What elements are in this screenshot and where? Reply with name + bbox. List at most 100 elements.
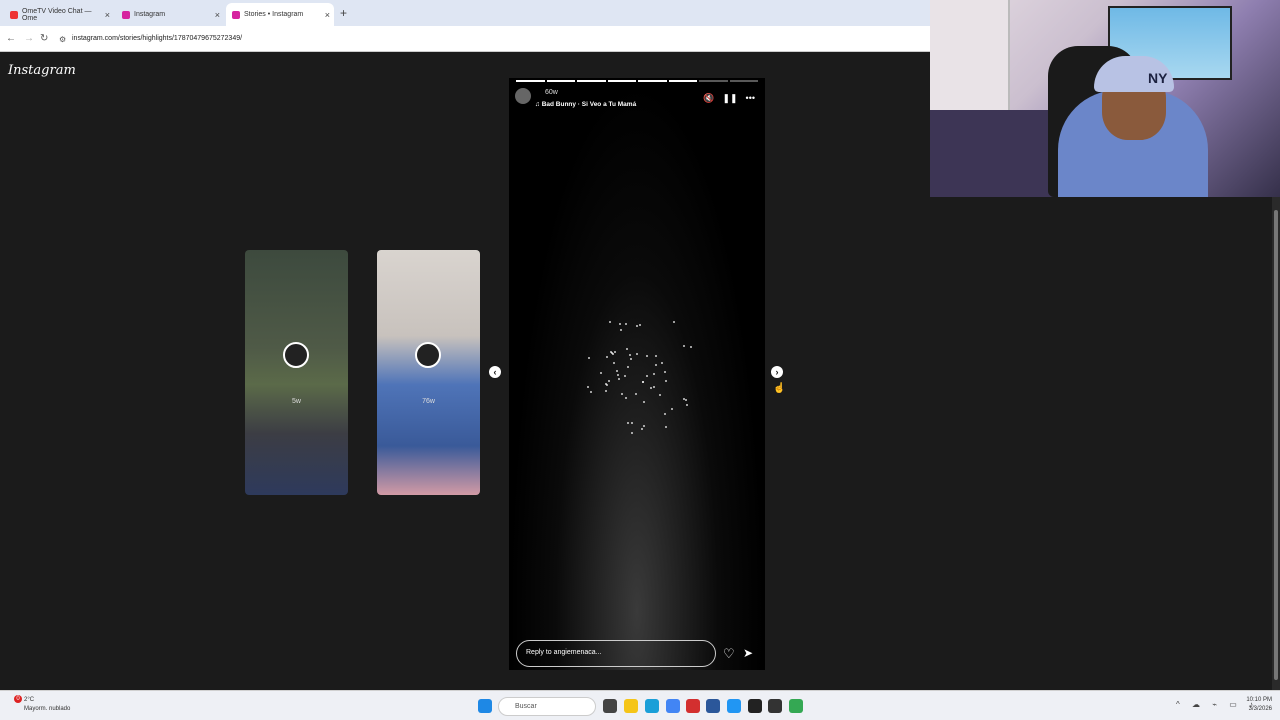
firework-spark [626,347,629,350]
more-options-icon[interactable]: ••• [746,93,755,104]
edge-icon[interactable] [645,699,659,713]
close-icon[interactable]: × [325,10,330,20]
firework-spark [605,384,608,387]
firework-spark [606,356,609,359]
tab-ometv[interactable]: OmeTV Video Chat — Ome × [4,3,114,26]
firework-spark [627,366,630,369]
story-time-ago: 60w [545,89,558,96]
firework-spark [613,350,616,353]
firework-spark [616,374,619,377]
reload-icon[interactable]: ↻ [40,33,48,44]
instagram-logo[interactable]: Instagram [8,63,76,78]
story-progress-bars [516,80,758,82]
new-tab-button[interactable]: + [340,6,347,20]
firework-spark [643,400,646,403]
firework-spark [621,393,624,396]
firework-spark [609,321,612,324]
firework-spark [652,385,655,388]
url-field[interactable]: instagram.com/stories/highlights/1787047… [72,35,242,42]
store-icon[interactable] [727,699,741,713]
music-text: Bad Bunny · Si Veo a Tu Mamá [541,101,637,108]
firework-spark [671,407,674,410]
chrome-icon[interactable] [666,699,680,713]
firework-spark [645,354,648,357]
mute-icon[interactable]: 🔇 [703,93,714,104]
weather-desc: Mayorm. nublado [24,706,71,712]
firework-spark [654,355,657,358]
browser-tab-bar: OmeTV Video Chat — Ome × Instagram × Sto… [0,0,930,26]
firework-spark [685,399,688,402]
reply-input[interactable]: Reply to angiemenaca... [516,640,716,667]
story-header: 60w ♫ Bad Bunny · Si Veo a Tu Mamá 🔇 ❚❚ … [515,88,759,112]
cap-logo: NY [1148,70,1168,86]
firework-spark [588,357,591,360]
weather-temp: 2°C [24,697,35,703]
chrome-active-icon[interactable] [789,699,803,713]
firework-spark [665,379,668,382]
close-icon[interactable]: × [215,10,220,20]
firework-spark [609,351,612,354]
avatar [283,342,309,368]
story-preview-left[interactable]: 5w [245,250,348,495]
forward-icon[interactable]: → [24,33,34,44]
story-preview-right[interactable]: 76w [377,250,480,495]
site-info-icon[interactable]: ⚙ [59,35,66,44]
file-explorer-icon[interactable] [624,699,638,713]
firework-spark [612,361,615,364]
address-bar: ← → ↻ ⚙ instagram.com/stories/highlights… [0,26,930,52]
firework-spark [631,432,634,435]
task-view-icon[interactable] [603,699,617,713]
story-music-label[interactable]: ♫ Bad Bunny · Si Veo a Tu Mamá [535,101,636,108]
firework-spark [605,389,608,392]
firework-spark [683,344,686,347]
scrollbar-thumb[interactable] [1274,210,1278,680]
firework-spark [664,426,667,429]
progress-segment [607,80,636,82]
tab-stories[interactable]: Stories • Instagram × [226,3,334,26]
red-app-icon[interactable] [686,699,700,713]
firework-spark [600,372,603,375]
avatar[interactable] [515,88,531,104]
taskbar-search[interactable]: Buscar [498,697,596,716]
prev-story-button[interactable]: ‹ [489,366,501,378]
tab-instagram[interactable]: Instagram × [116,3,224,26]
close-icon[interactable]: × [105,10,110,20]
firework-spark [645,375,648,378]
preview-age: 76w [422,398,435,405]
tab-label: Stories • Instagram [244,11,304,18]
progress-segment [577,80,606,82]
back-icon[interactable]: ← [6,33,16,44]
pause-icon[interactable]: ❚❚ [722,93,737,104]
firework-spark [635,392,638,395]
weather-widget[interactable]: 2°C Mayorm. nublado [24,696,70,714]
like-heart-icon[interactable]: ♡ [723,646,735,662]
firework-spark [626,421,629,424]
ometv-favicon-icon [10,10,18,19]
firework-spark [689,346,692,349]
progress-segment [699,80,728,82]
firework-spark [607,380,610,383]
firework-spark [643,425,646,428]
capcut-icon[interactable] [768,699,782,713]
next-story-button[interactable]: › [771,366,783,378]
obs-icon[interactable] [748,699,762,713]
firework-spark [653,372,656,375]
story-viewer[interactable]: 60w ♫ Bad Bunny · Si Veo a Tu Mamá 🔇 ❚❚ … [509,78,765,670]
progress-segment [546,80,575,82]
firework-spark [642,380,645,383]
firework-spark [625,323,628,326]
avatar [415,342,441,368]
tab-label: Instagram [134,11,166,18]
firework-spark [659,393,662,396]
firework-spark [590,391,593,394]
send-icon[interactable]: ➤ [743,646,753,660]
firework-spark [636,324,639,327]
notification-badge: 0 [14,695,22,703]
clock[interactable]: 10:10 PM 3/3/2026 [1246,696,1272,714]
calculator-icon[interactable] [706,699,720,713]
instagram-favicon-icon [232,10,240,19]
firework-spark [624,374,627,377]
firework-spark [616,370,619,373]
tab-label: OmeTV Video Chat — Ome [21,7,92,22]
windows-start-icon[interactable] [478,699,492,713]
